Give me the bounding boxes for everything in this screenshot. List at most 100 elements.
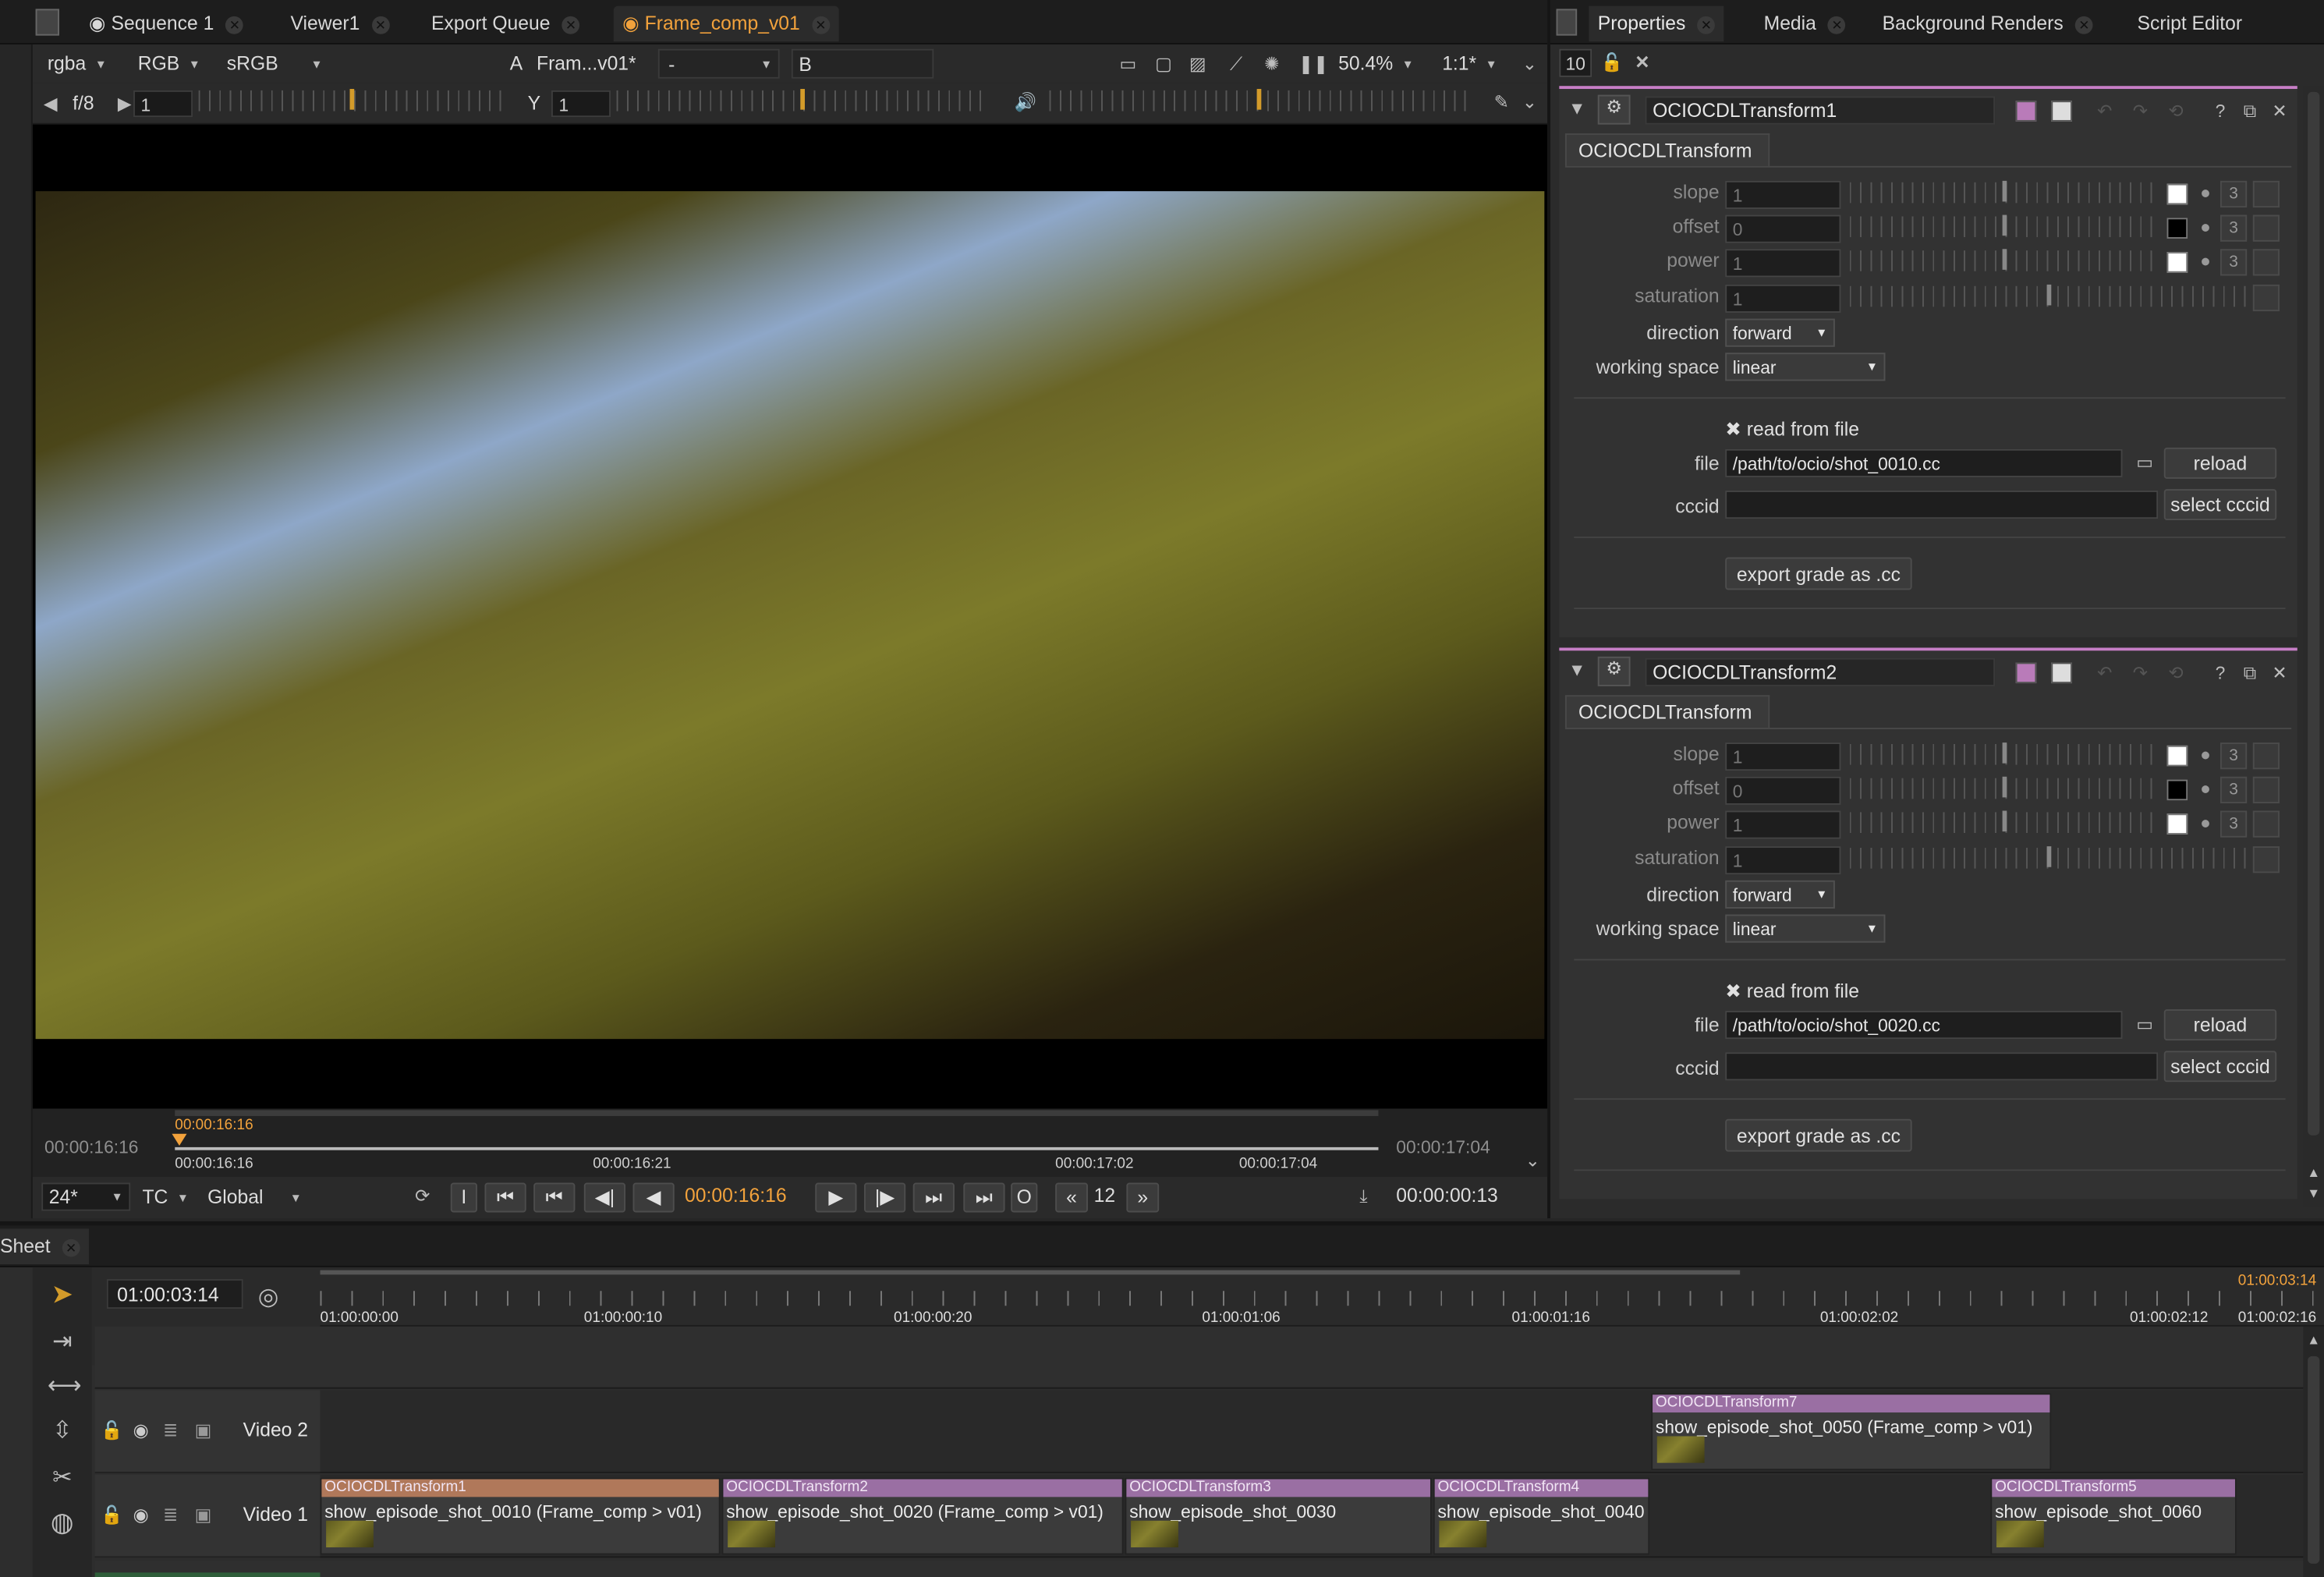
- step-forward-button[interactable]: |▶: [863, 1182, 906, 1213]
- clip[interactable]: OCIOCDLTransform1 show_episode_shot_0010…: [320, 1477, 721, 1555]
- offset-color-swatch[interactable]: [2166, 218, 2188, 239]
- loop-icon[interactable]: ⟳: [409, 1185, 436, 1207]
- saturation-slider[interactable]: [1849, 845, 2250, 874]
- file-input[interactable]: /path/to/ocio/shot_0010.cc: [1725, 448, 2123, 477]
- export-grade-button[interactable]: export grade as .cc: [1725, 1118, 1912, 1152]
- node-tab-ociocdl[interactable]: OCIOCDLTransform: [1564, 133, 1770, 166]
- offset-slider[interactable]: [1849, 775, 2161, 805]
- power-color-swatch[interactable]: [2166, 813, 2188, 835]
- saturation-field[interactable]: 1: [1725, 284, 1841, 313]
- export-grade-button[interactable]: export grade as .cc: [1725, 557, 1912, 590]
- eye-icon[interactable]: ◉: [130, 1504, 151, 1526]
- panel-menu-icon[interactable]: [35, 9, 60, 36]
- saturation-slider[interactable]: [1849, 283, 2250, 313]
- color-wheel-icon[interactable]: ●: [2194, 812, 2217, 833]
- mute-icon[interactable]: ▣: [193, 1504, 214, 1526]
- tab-properties[interactable]: Properties ✕: [1589, 5, 1724, 42]
- zebra-icon[interactable]: ▨: [1185, 53, 1209, 74]
- scope-dropdown[interactable]: Global ▼: [207, 1183, 302, 1213]
- gamma-slider[interactable]: [616, 87, 987, 117]
- lock-icon[interactable]: 🔓: [101, 1420, 122, 1441]
- power-channels-button[interactable]: 3: [2219, 810, 2248, 838]
- reload-button[interactable]: reload: [2163, 447, 2277, 479]
- slope-slider[interactable]: [1849, 179, 2161, 209]
- reload-button[interactable]: reload: [2163, 1009, 2277, 1041]
- offset-slider[interactable]: [1849, 214, 2161, 243]
- go-start-button[interactable]: ⏮: [484, 1182, 526, 1213]
- node-font-color-swatch[interactable]: [2051, 101, 2072, 122]
- close-icon[interactable]: ✕: [1697, 16, 1716, 34]
- redo-icon[interactable]: ↷: [2128, 101, 2152, 122]
- select-cccid-button[interactable]: select cccid: [2163, 489, 2277, 521]
- close-icon[interactable]: ✕: [812, 16, 830, 34]
- ripple-tool-icon[interactable]: ⟷: [48, 1371, 82, 1401]
- color-wheel-icon[interactable]: ●: [2194, 250, 2217, 271]
- color-wheel-icon[interactable]: ●: [2194, 183, 2217, 204]
- tab-sheet[interactable]: Sheet ✕: [0, 1228, 90, 1265]
- b-input-dropdown[interactable]: B: [791, 48, 934, 79]
- lock-icon[interactable]: 🔓: [1601, 52, 1623, 73]
- close-icon[interactable]: ✕: [562, 16, 580, 34]
- audio-slider[interactable]: [1049, 87, 1474, 117]
- timeline-scrollbar[interactable]: ▲: [2303, 1326, 2324, 1577]
- power-color-swatch[interactable]: [2166, 252, 2188, 273]
- ratio-dropdown[interactable]: 1:1* ▼: [1442, 49, 1497, 79]
- snap-icon[interactable]: ◎: [252, 1282, 285, 1312]
- power-field[interactable]: 1: [1725, 810, 1841, 839]
- lock-icon[interactable]: 🔓: [101, 1504, 122, 1526]
- eye-icon[interactable]: ◉: [130, 1420, 151, 1441]
- clip[interactable]: OCIOCDLTransform4 show_episode_shot_0040: [1433, 1477, 1650, 1555]
- frame-icon[interactable]: ▢: [1153, 53, 1174, 74]
- track-header-video-1[interactable]: 🔓 ◉ ≣ ▣ Video 1: [94, 1474, 321, 1558]
- properties-scrollbar[interactable]: ▲ ▼: [2303, 86, 2324, 1207]
- close-icon[interactable]: ✕: [225, 16, 244, 34]
- clip[interactable]: OCIOCDLTransform5 show_episode_shot_0060: [1990, 1477, 2237, 1555]
- node-font-color-swatch[interactable]: [2051, 662, 2072, 684]
- power-channels-button[interactable]: 3: [2219, 249, 2248, 276]
- close-icon[interactable]: ✕: [2271, 101, 2289, 122]
- node-tab-ociocdl[interactable]: OCIOCDLTransform: [1564, 695, 1770, 728]
- color-wheel-icon[interactable]: ●: [2194, 744, 2217, 765]
- float-icon[interactable]: ⧉: [2241, 101, 2259, 123]
- current-timecode[interactable]: 00:00:16:16: [685, 1184, 787, 1207]
- offset-anim-button[interactable]: [2252, 776, 2280, 804]
- more-icon[interactable]: ⌄: [1524, 1150, 1542, 1171]
- mute-icon[interactable]: ▣: [193, 1420, 214, 1441]
- slope-color-swatch[interactable]: [2166, 183, 2188, 205]
- wipe-icon[interactable]: ⟋: [1224, 53, 1248, 76]
- node-color-swatch[interactable]: [2015, 101, 2037, 122]
- tc-dropdown[interactable]: TC ▼: [142, 1183, 188, 1213]
- step-increment[interactable]: 12: [1094, 1184, 1115, 1207]
- track-select-icon[interactable]: ⇥: [48, 1327, 77, 1356]
- skip-forward-button[interactable]: »: [1126, 1182, 1160, 1213]
- tab-script-editor[interactable]: Script Editor: [2128, 6, 2251, 42]
- cccid-input[interactable]: [1725, 491, 2159, 519]
- direction-dropdown[interactable]: forward ▼: [1725, 318, 1835, 347]
- color-wheel-icon[interactable]: ●: [2194, 216, 2217, 237]
- file-input[interactable]: /path/to/ocio/shot_0020.cc: [1725, 1011, 2123, 1040]
- close-icon[interactable]: ✕: [2074, 16, 2093, 34]
- rgb-dropdown[interactable]: RGB ▼: [138, 49, 200, 79]
- colorspace-dropdown[interactable]: sRGB ▼: [227, 49, 323, 79]
- clip[interactable]: OCIOCDLTransform2 show_episode_shot_0020…: [721, 1477, 1124, 1555]
- slope-anim-button[interactable]: [2252, 742, 2280, 770]
- offset-channels-button[interactable]: 3: [2219, 776, 2248, 804]
- offset-anim-button[interactable]: [2252, 214, 2280, 242]
- working-space-dropdown[interactable]: linear ▼: [1725, 914, 1886, 943]
- saturation-field[interactable]: 1: [1725, 846, 1841, 875]
- skip-back-button[interactable]: «: [1055, 1182, 1088, 1213]
- slope-channels-button[interactable]: 3: [2219, 180, 2248, 208]
- tab-viewer1[interactable]: Viewer1 ✕: [282, 6, 399, 42]
- more-icon[interactable]: ⌄: [1521, 92, 1539, 113]
- gain-input[interactable]: 1: [133, 90, 193, 118]
- tab-export-queue[interactable]: Export Queue ✕: [423, 6, 589, 42]
- slope-anim-button[interactable]: [2252, 180, 2280, 208]
- go-end-button[interactable]: ⏭: [963, 1182, 1005, 1213]
- play-reverse-button[interactable]: ◀: [632, 1182, 675, 1213]
- collapse-icon[interactable]: ▼: [1568, 97, 1586, 119]
- direction-dropdown[interactable]: forward ▼: [1725, 880, 1835, 909]
- close-icon[interactable]: ✕: [1828, 16, 1846, 34]
- power-slider[interactable]: [1849, 247, 2161, 277]
- color-wheel-icon[interactable]: ●: [2194, 778, 2217, 799]
- fstop-up-icon[interactable]: ▶: [117, 94, 132, 115]
